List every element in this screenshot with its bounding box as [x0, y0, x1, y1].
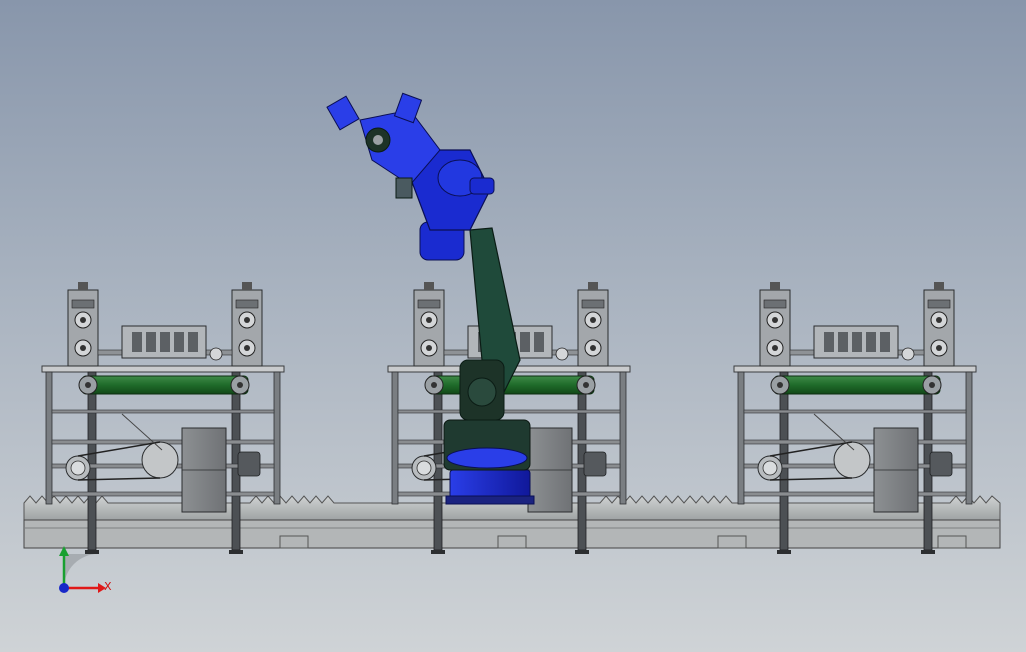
z-axis-dot: [59, 583, 69, 593]
cad-viewport[interactable]: X: [0, 0, 1026, 652]
x-axis-label: X: [104, 580, 112, 593]
